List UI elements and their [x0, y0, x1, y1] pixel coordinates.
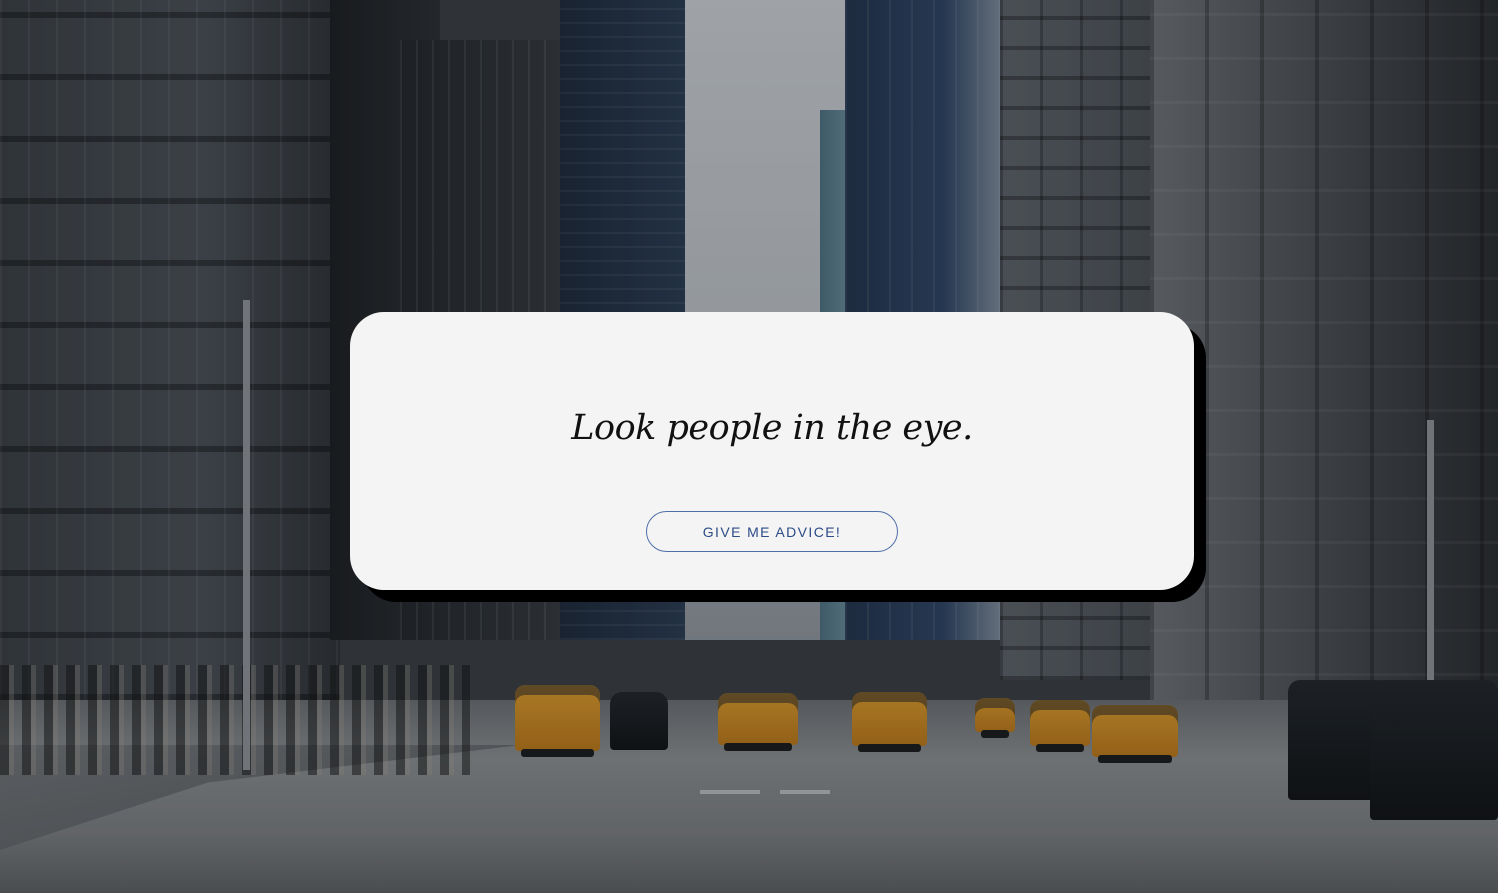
give-advice-button[interactable]: GIVE ME ADVICE!: [646, 511, 898, 552]
advice-card: Look people in the eye. GIVE ME ADVICE!: [350, 312, 1194, 590]
advice-text: Look people in the eye.: [571, 408, 973, 448]
